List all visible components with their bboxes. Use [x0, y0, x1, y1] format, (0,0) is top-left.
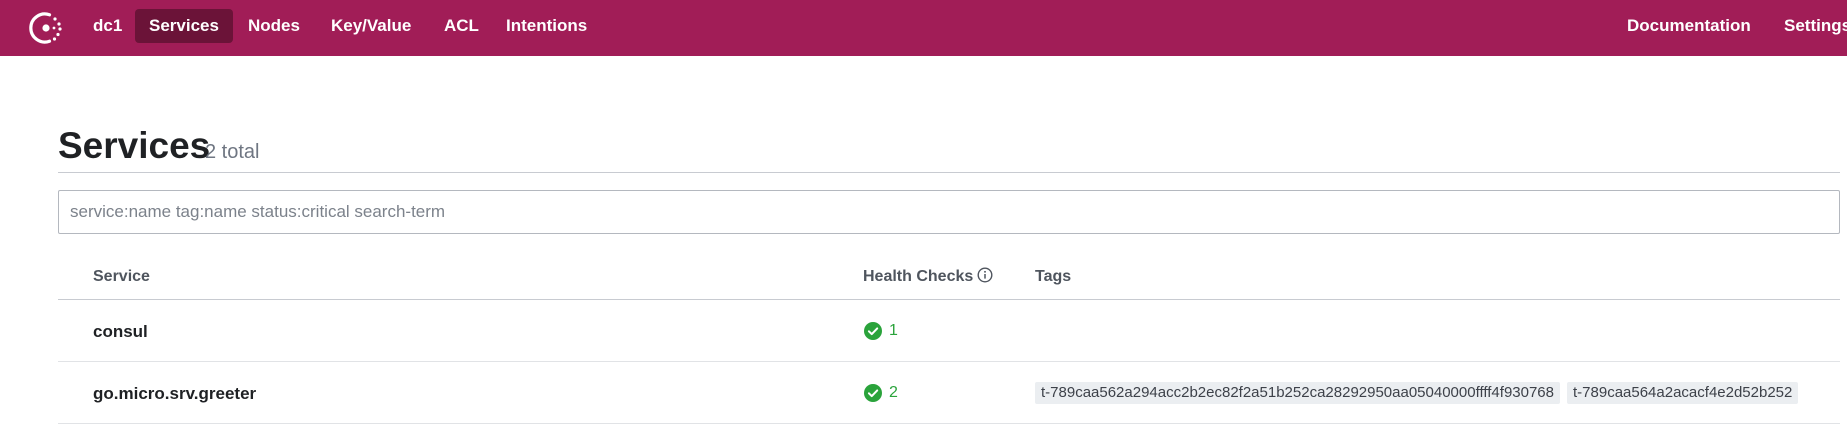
nav-settings-link[interactable]: Settings [1784, 9, 1847, 43]
nav-item-intentions[interactable]: Intentions [492, 9, 601, 43]
nav-item-key-value[interactable]: Key/Value [317, 9, 425, 43]
check-circle-icon [864, 322, 882, 340]
health-checks-greeter: 2 [864, 383, 898, 403]
table-header-divider [58, 299, 1840, 300]
page-title: Services [58, 125, 211, 166]
check-circle-icon [864, 384, 882, 402]
datacenter-selector[interactable]: dc1 [79, 9, 136, 43]
service-tags-greeter: t-789caa562a294acc2b2ec82f2a51b252ca2829… [1035, 382, 1840, 404]
column-header-health-checks-label: Health Checks [863, 268, 974, 285]
top-nav: dc1 Services Nodes Key/Value ACL Intenti… [0, 0, 1847, 56]
search-input[interactable] [58, 190, 1840, 234]
nav-item-acl[interactable]: ACL [430, 9, 493, 43]
service-name-consul[interactable]: consul [93, 322, 148, 342]
table-row-divider [58, 361, 1840, 362]
service-count: 2 total [205, 141, 260, 163]
tag: t-789caa564a2acacf4e2d52b252 [1567, 382, 1799, 404]
consul-logo-icon[interactable] [26, 8, 66, 48]
table-row-divider [58, 423, 1840, 424]
service-name-greeter[interactable]: go.micro.srv.greeter [93, 384, 256, 404]
health-checks-count: 2 [889, 384, 898, 401]
nav-item-nodes[interactable]: Nodes [234, 9, 314, 43]
info-icon[interactable] [977, 267, 993, 283]
health-checks-count: 1 [889, 322, 898, 339]
column-header-health-checks: Health Checks [863, 267, 993, 287]
column-header-service[interactable]: Service [93, 267, 150, 287]
nav-item-services[interactable]: Services [135, 9, 233, 43]
nav-documentation-link[interactable]: Documentation [1627, 9, 1751, 43]
column-header-tags: Tags [1035, 268, 1072, 285]
health-checks-consul: 1 [864, 321, 898, 341]
title-divider [58, 172, 1840, 173]
tag: t-789caa562a294acc2b2ec82f2a51b252ca2829… [1035, 382, 1560, 404]
